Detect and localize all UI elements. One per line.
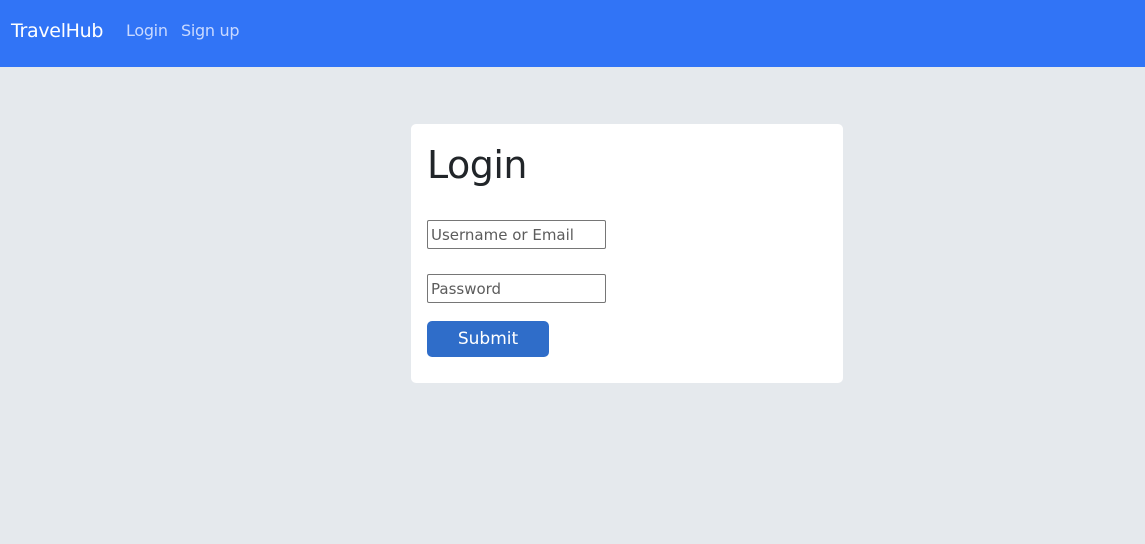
username-email-input[interactable]: [427, 220, 606, 249]
login-title: Login: [427, 143, 528, 187]
brand-link[interactable]: TravelHub: [11, 19, 103, 43]
login-card: Login Submit: [411, 124, 843, 383]
top-navbar: TravelHub Login Sign up: [0, 0, 1145, 67]
nav-signup-link[interactable]: Sign up: [181, 21, 239, 41]
submit-button[interactable]: Submit: [427, 321, 549, 357]
nav-login-link[interactable]: Login: [126, 21, 168, 41]
password-input[interactable]: [427, 274, 606, 303]
